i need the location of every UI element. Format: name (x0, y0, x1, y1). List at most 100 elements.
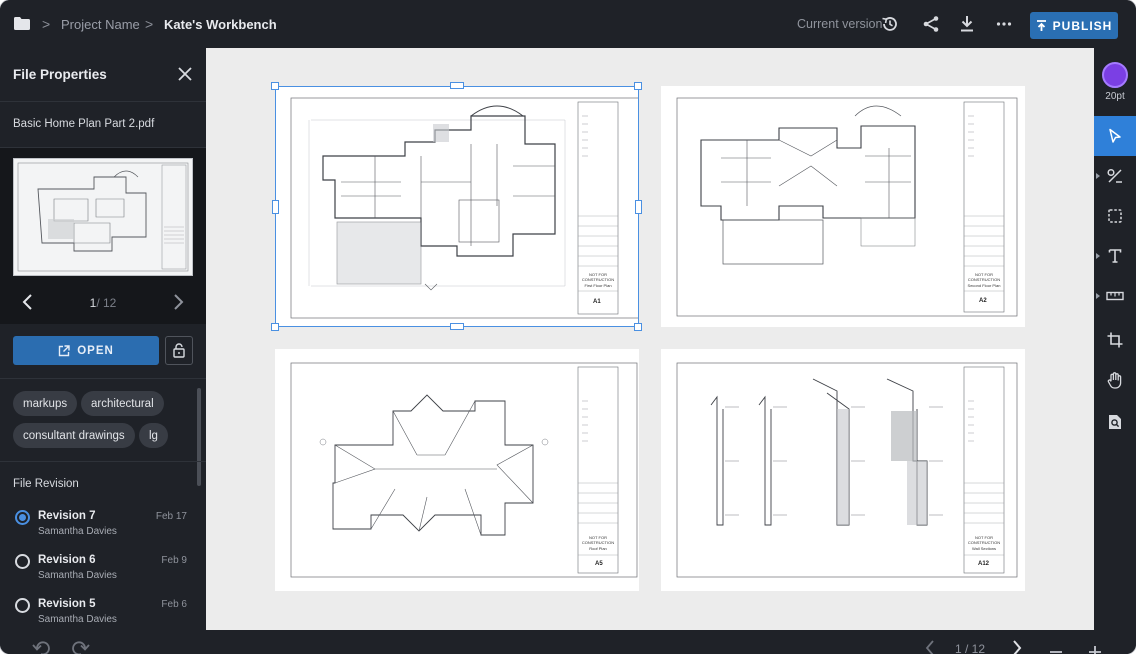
open-button[interactable]: OPEN (13, 336, 159, 365)
file-properties-panel: File Properties Basic Home Plan Part 2.p… (0, 48, 206, 630)
next-page-icon[interactable] (1008, 640, 1026, 654)
sheet-number: A5 (595, 561, 603, 567)
revision-radio[interactable] (15, 598, 30, 613)
sheet-subtitle: Wall Sections (971, 546, 997, 551)
tag-chip[interactable]: markups (13, 391, 78, 416)
resize-handle[interactable] (272, 200, 279, 214)
file-name: Basic Home Plan Part 2.pdf (13, 118, 155, 130)
select-tool-icon (1109, 128, 1121, 143)
history-icon[interactable] (880, 14, 900, 34)
close-icon[interactable] (177, 66, 193, 82)
publish-icon (1036, 19, 1046, 31)
sheet-a12[interactable]: NOT FOR CONSTRUCTION Wall Sections A12 (661, 349, 1025, 591)
publish-label: PUBLISH (1052, 18, 1113, 33)
revision-name: Revision 5 (38, 598, 96, 610)
revision-item[interactable]: Revision 6 Samantha Davies Feb 9 (13, 552, 193, 588)
text-tool-button[interactable] (1094, 236, 1136, 276)
tag-chip[interactable]: lg (139, 423, 168, 448)
file-revision-title: File Revision (13, 478, 79, 490)
sheet-subtitle: First Floor Plan (584, 283, 612, 288)
bottom-bar: 1 / 12 (0, 630, 1136, 654)
page-indicator: 1 / 12 (955, 642, 986, 654)
download-icon[interactable] (957, 14, 977, 34)
area-tool-button[interactable] (1094, 196, 1136, 236)
submenu-caret-icon (1096, 293, 1100, 299)
sheet-subtitle: Roof Plan (589, 546, 607, 551)
external-link-icon (59, 344, 70, 356)
text-tool-icon (1108, 249, 1122, 263)
publish-button[interactable]: PUBLISH (1030, 12, 1118, 39)
crop-tool-button[interactable] (1094, 320, 1136, 360)
revision-author: Samantha Davies (38, 614, 117, 625)
panel-header: File Properties (0, 48, 206, 102)
resize-handle[interactable] (271, 82, 279, 90)
stroke-size-label[interactable]: 20pt (1094, 91, 1136, 102)
page-counter: 1/ 12 (70, 296, 136, 310)
pan-tool-button[interactable] (1094, 360, 1136, 400)
revision-item[interactable]: Revision 7 Samantha Davies Feb 17 (13, 508, 193, 544)
sheet-a5[interactable]: NOT FOR CONSTRUCTION Roof Plan A5 (275, 349, 639, 591)
resize-handle[interactable] (271, 323, 279, 331)
divider (0, 378, 206, 379)
breadcrumb-separator-icon: > (42, 16, 51, 32)
zoom-in-icon[interactable] (1086, 640, 1104, 654)
tag-chip[interactable]: consultant drawings (13, 423, 135, 448)
resize-handle[interactable] (634, 82, 642, 90)
page-thumbnail[interactable] (13, 158, 193, 276)
sheet-stamp: NOT FOR CONSTRUCTION (967, 272, 1001, 282)
sheet-stamp: NOT FOR CONSTRUCTION (581, 535, 615, 545)
revision-name: Revision 6 (38, 554, 96, 566)
sheet-number: A2 (979, 298, 987, 304)
measure-tool-button[interactable] (1094, 276, 1136, 316)
previous-page-icon[interactable] (922, 640, 940, 654)
share-icon[interactable] (921, 14, 941, 34)
revision-author: Samantha Davies (38, 526, 117, 537)
revision-author: Samantha Davies (38, 570, 117, 581)
color-picker-swatch[interactable] (1102, 62, 1128, 88)
breadcrumb-project[interactable]: Project Name (61, 0, 140, 48)
current-version-label[interactable]: Current version (797, 0, 882, 48)
breadcrumb-workbench[interactable]: Kate's Workbench (164, 0, 277, 48)
revision-name: Revision 7 (38, 510, 96, 522)
zoom-search-icon (1109, 415, 1121, 429)
total-pages: / 12 (96, 296, 117, 310)
revision-radio[interactable] (15, 554, 30, 569)
previous-page-icon[interactable] (20, 294, 36, 310)
sheet-stamp: NOT FOR CONSTRUCTION (581, 272, 615, 282)
tag-chip[interactable]: architectural (81, 391, 164, 416)
zoom-search-button[interactable] (1094, 402, 1136, 442)
resize-handle[interactable] (450, 323, 464, 330)
line-tool-button[interactable] (1094, 156, 1136, 196)
line-tool-icon (1107, 168, 1122, 183)
sheet-stamp: NOT FOR CONSTRUCTION (967, 535, 1001, 545)
pan-tool-icon (1107, 371, 1122, 389)
revision-date: Feb 9 (161, 555, 187, 566)
redo-icon[interactable] (72, 640, 90, 654)
area-tool-icon (1108, 209, 1122, 223)
divider (0, 461, 206, 462)
file-name-row: Basic Home Plan Part 2.pdf (0, 102, 206, 148)
resize-handle[interactable] (634, 323, 642, 331)
app-window: > Project Name > Kate's Workbench Curren… (0, 0, 1136, 654)
panel-scrollbar[interactable] (197, 388, 201, 486)
resize-handle[interactable] (450, 82, 464, 89)
page-preview-area: 1/ 12 (0, 148, 206, 324)
breadcrumb-separator-icon: > (145, 16, 154, 32)
folder-icon[interactable] (14, 17, 30, 30)
markup-toolbar: 20pt (1094, 48, 1136, 630)
revision-item[interactable]: Revision 5 Samantha Davies Feb 6 (13, 596, 193, 632)
undo-icon[interactable] (32, 640, 50, 654)
lock-button[interactable] (165, 336, 193, 365)
open-label: OPEN (77, 344, 114, 357)
revision-radio[interactable] (15, 510, 30, 525)
submenu-caret-icon (1096, 173, 1100, 179)
zoom-out-icon[interactable] (1047, 640, 1065, 654)
next-page-icon[interactable] (170, 294, 186, 310)
select-tool-button[interactable] (1094, 116, 1136, 156)
resize-handle[interactable] (635, 200, 642, 214)
sheet-a1[interactable]: NOT FOR CONSTRUCTION First Floor Plan A1 (275, 86, 639, 327)
revision-date: Feb 17 (155, 511, 187, 522)
sheet-number: A1 (593, 299, 601, 305)
sheet-a2[interactable]: NOT FOR CONSTRUCTION Second Floor Plan A… (661, 86, 1025, 327)
more-options-icon[interactable] (994, 14, 1014, 34)
